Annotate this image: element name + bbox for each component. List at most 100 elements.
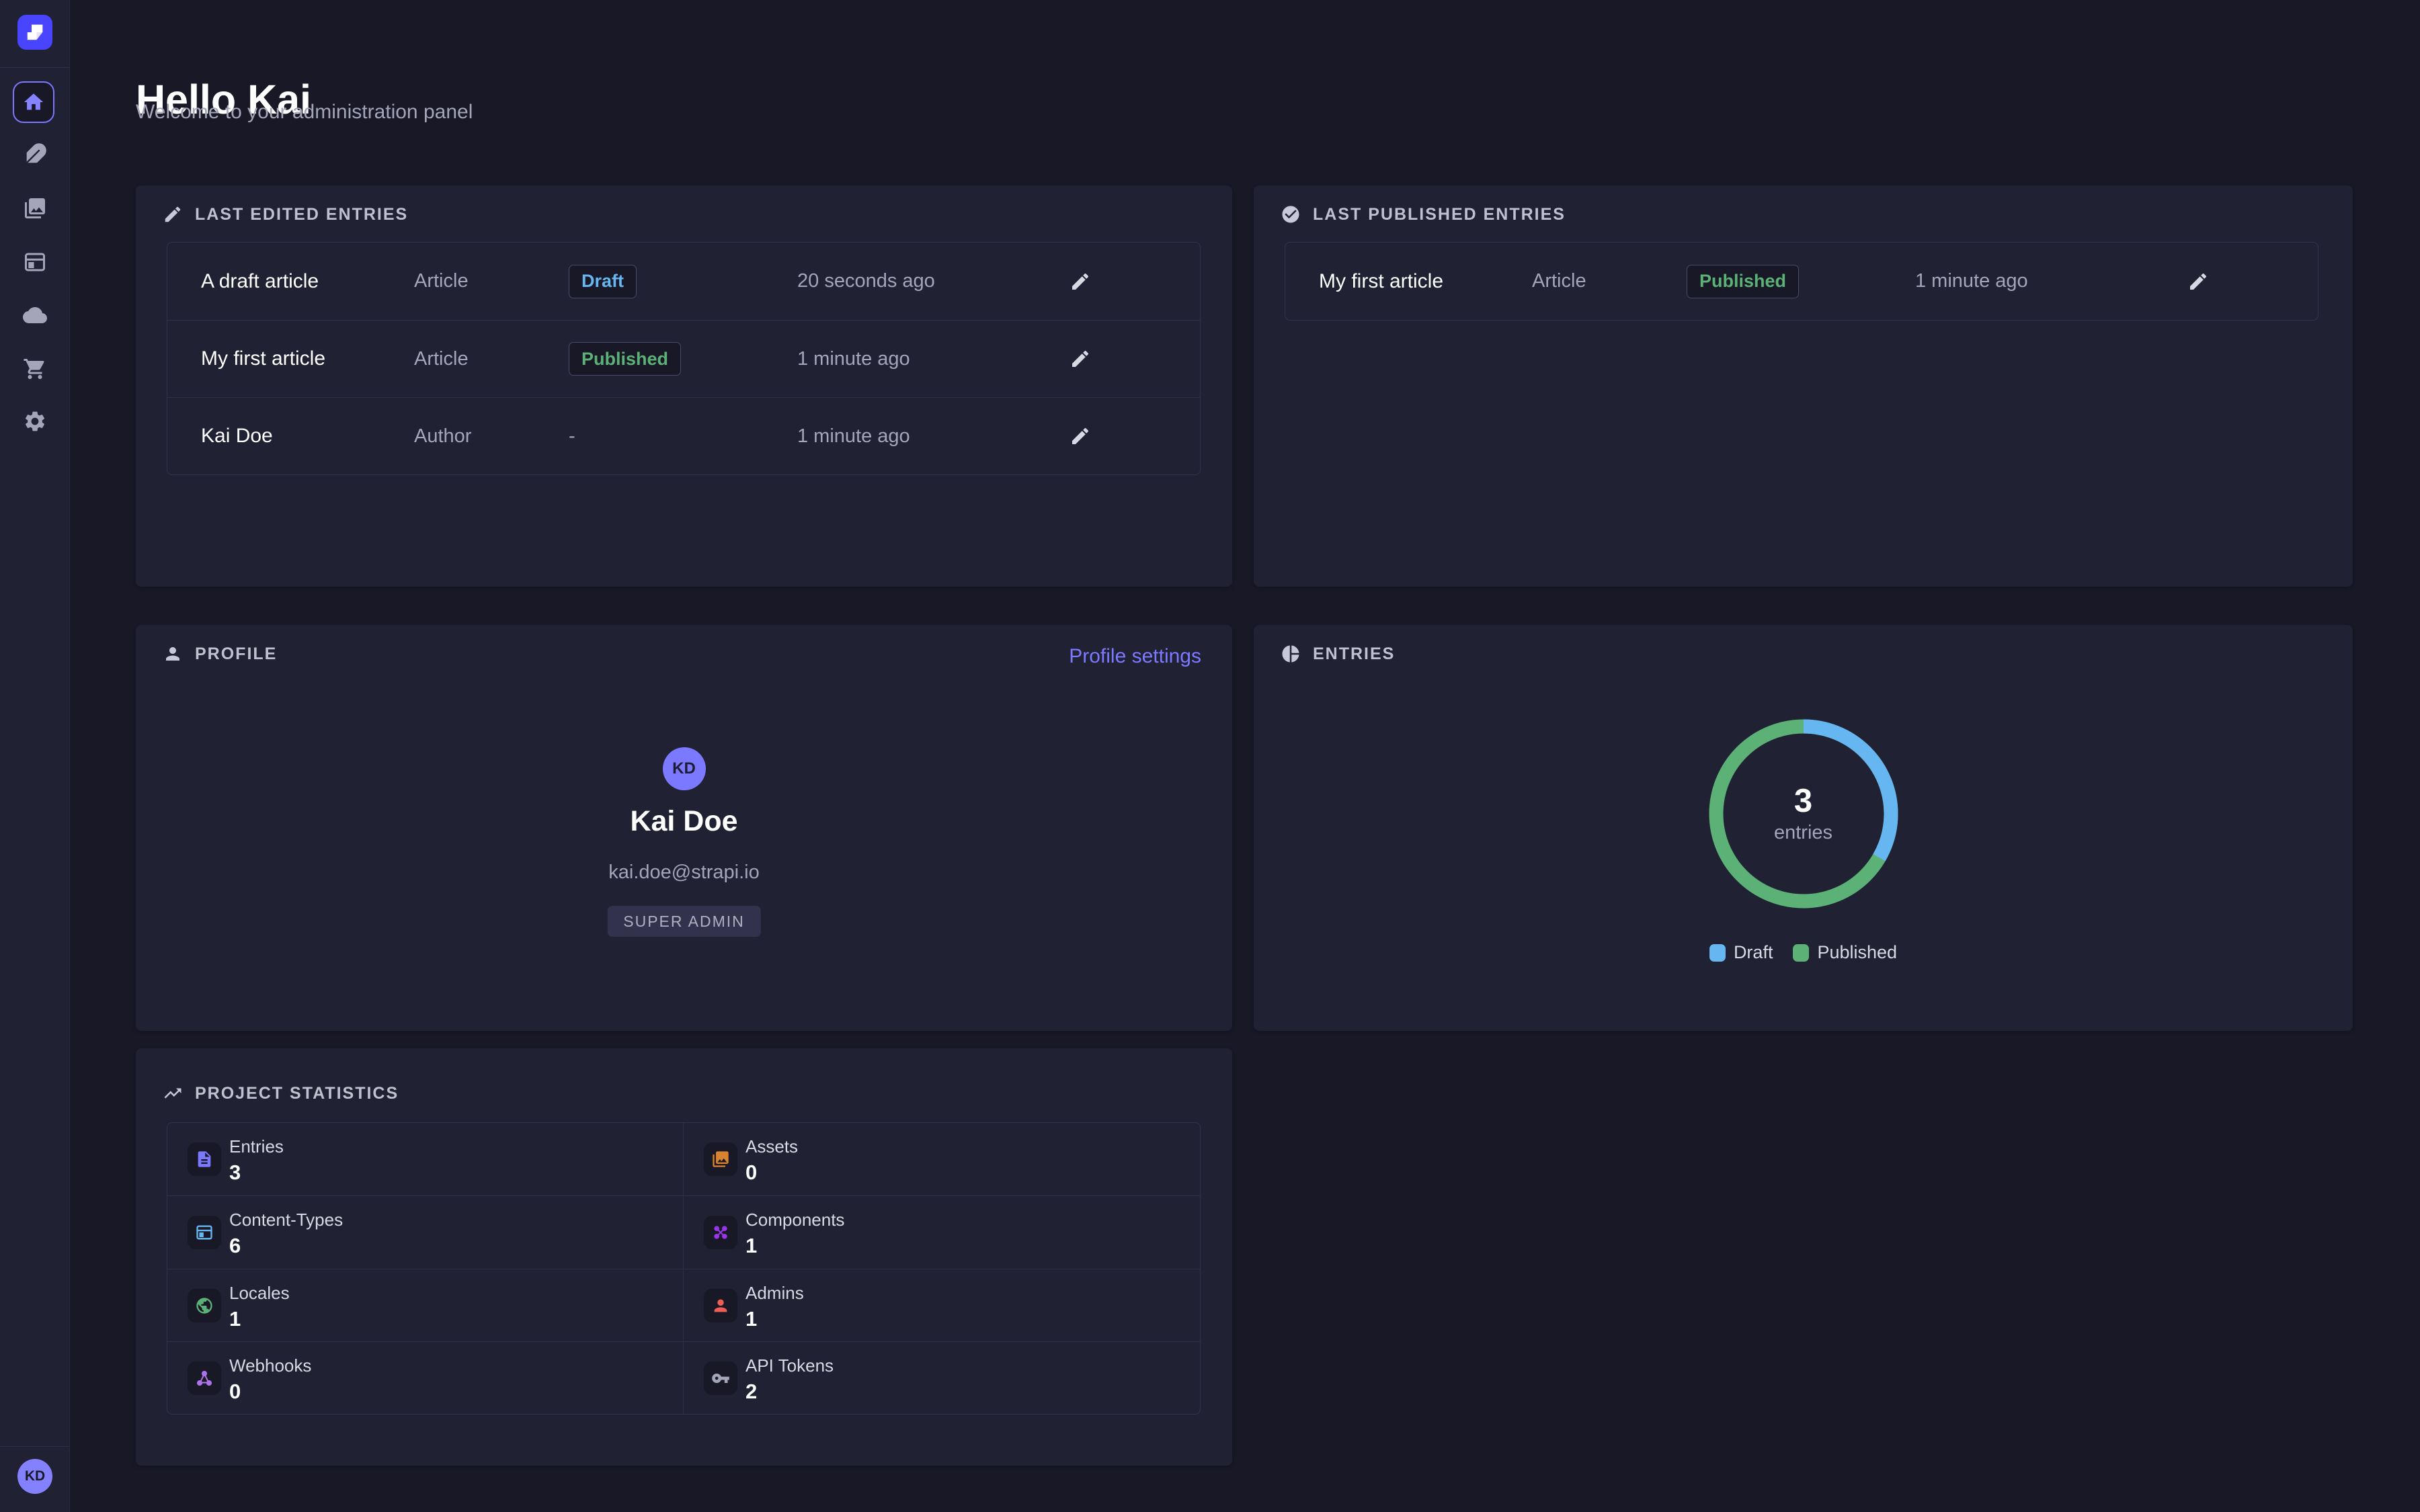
sidebar-user-avatar[interactable]: KD <box>17 1459 52 1494</box>
stat-icon-tile <box>704 1361 737 1395</box>
statistics-grid: Entries 3 Assets 0 <box>167 1122 1201 1415</box>
panel-header: LAST EDITED ENTRIES <box>163 204 408 224</box>
stat-value: 0 <box>229 1380 241 1404</box>
status-badge: Published <box>1687 265 1799 298</box>
panel-title: LAST EDITED ENTRIES <box>195 205 408 224</box>
edit-entry-button[interactable] <box>1067 268 1094 295</box>
stat-api-tokens: API Tokens 2 <box>684 1341 1200 1414</box>
stat-label: Content-Types <box>229 1210 343 1230</box>
assets-icon <box>711 1150 730 1169</box>
webhooks-icon <box>195 1369 214 1388</box>
cloud-icon <box>23 303 47 327</box>
panel-title: PROJECT STATISTICS <box>195 1084 399 1103</box>
panel-header: LAST PUBLISHED ENTRIES <box>1281 204 1566 224</box>
components-icon <box>711 1223 730 1242</box>
entry-type: Author <box>414 425 569 448</box>
pencil-icon <box>163 204 183 224</box>
panel-header: ENTRIES <box>1281 644 1395 664</box>
published-swatch <box>1793 944 1809 962</box>
stat-icon-tile <box>188 1289 221 1322</box>
pencil-icon <box>1070 348 1091 370</box>
last-edited-entries-panel: LAST EDITED ENTRIES A draft article Arti… <box>136 185 1232 587</box>
stat-label: Components <box>745 1210 844 1230</box>
sidebar-item-deploy[interactable] <box>23 303 47 327</box>
edit-entry-button[interactable] <box>1067 423 1094 450</box>
stat-label: Admins <box>745 1283 804 1304</box>
locales-icon <box>195 1296 214 1315</box>
sidebar-item-content-manager[interactable] <box>23 142 47 167</box>
stat-value: 1 <box>229 1307 241 1331</box>
stat-icon-tile <box>704 1142 737 1176</box>
last-published-entries-panel: LAST PUBLISHED ENTRIES My first article … <box>1254 185 2353 587</box>
stat-label: Webhooks <box>229 1355 311 1376</box>
stat-label: Assets <box>745 1136 798 1157</box>
donut-center-label: 3 entries <box>1706 716 1901 911</box>
status-badge: Draft <box>569 265 637 298</box>
entry-time: 20 seconds ago <box>797 270 1067 292</box>
stat-value: 6 <box>229 1234 241 1258</box>
sidebar-item-media-library[interactable] <box>23 196 47 220</box>
entry-type: Article <box>1532 270 1687 292</box>
edit-entry-button[interactable] <box>2185 268 2212 295</box>
legend-item-draft: Draft <box>1709 942 1773 963</box>
shopping-cart-icon <box>23 357 47 381</box>
profile-avatar: KD <box>663 747 706 790</box>
sidebar-divider-bottom <box>0 1446 69 1447</box>
stat-value: 1 <box>745 1234 757 1258</box>
legend-label: Draft <box>1734 942 1773 963</box>
stat-locales: Locales 1 <box>167 1269 684 1341</box>
panel-title: LAST PUBLISHED ENTRIES <box>1313 205 1566 224</box>
entry-name: My first article <box>201 347 414 370</box>
pie-chart-icon <box>1281 644 1301 664</box>
stat-content-types: Content-Types 6 <box>167 1195 684 1268</box>
project-statistics-panel: PROJECT STATISTICS Entries 3 Assets <box>136 1048 1232 1466</box>
feather-pen-icon <box>23 142 47 167</box>
table-row[interactable]: A draft article Article Draft 20 seconds… <box>167 243 1200 320</box>
page-subtitle: Welcome to your administration panel <box>136 101 473 124</box>
draft-swatch <box>1709 944 1726 962</box>
panel-title: PROFILE <box>195 644 277 664</box>
stat-label: API Tokens <box>745 1355 834 1376</box>
entries-donut-chart: 3 entries <box>1706 716 1901 911</box>
stat-label: Locales <box>229 1283 290 1304</box>
profile-settings-link[interactable]: Profile settings <box>1069 645 1201 668</box>
sidebar-item-content-type-builder[interactable] <box>23 250 47 274</box>
stat-value: 0 <box>745 1161 757 1185</box>
panel-title: ENTRIES <box>1313 644 1395 664</box>
entry-name: Kai Doe <box>201 425 414 448</box>
sidebar-item-marketplace[interactable] <box>23 357 47 381</box>
table-row[interactable]: Kai Doe Author - 1 minute ago <box>167 397 1200 474</box>
panel-header: PROJECT STATISTICS <box>163 1083 399 1103</box>
content-types-icon <box>195 1223 214 1242</box>
role-badge: SUPER ADMIN <box>607 906 760 937</box>
stat-icon-tile <box>704 1289 737 1322</box>
entry-name: My first article <box>1319 270 1532 293</box>
sidebar-item-settings[interactable] <box>23 409 47 433</box>
sidebar-divider-top <box>0 67 69 68</box>
stat-icon-tile <box>188 1361 221 1395</box>
legend-item-published: Published <box>1793 942 1897 963</box>
last-published-table: My first article Article Published 1 min… <box>1285 242 2318 321</box>
media-library-icon <box>23 196 47 220</box>
profile-panel: PROFILE Profile settings KD Kai Doe kai.… <box>136 625 1232 1031</box>
stat-entries: Entries 3 <box>167 1123 684 1195</box>
strapi-bolt-icon <box>25 22 45 42</box>
table-row[interactable]: My first article Article Published 1 min… <box>167 320 1200 397</box>
stat-label: Entries <box>229 1136 284 1157</box>
entry-type: Article <box>414 348 569 370</box>
status-empty: - <box>569 425 797 448</box>
sidebar-item-home[interactable] <box>13 81 54 123</box>
entry-time: 1 minute ago <box>797 425 1067 448</box>
stat-value: 3 <box>229 1161 241 1185</box>
profile-name: Kai Doe <box>136 805 1232 838</box>
edit-entry-button[interactable] <box>1067 345 1094 372</box>
gear-icon <box>23 409 47 433</box>
strapi-logo[interactable] <box>17 15 52 50</box>
last-edited-table: A draft article Article Draft 20 seconds… <box>167 242 1201 475</box>
entries-panel: ENTRIES 3 entries Draft Published <box>1254 625 2353 1031</box>
sidebar: KD <box>0 0 70 1512</box>
table-row[interactable]: My first article Article Published 1 min… <box>1285 243 2318 320</box>
stat-icon-tile <box>704 1216 737 1249</box>
stat-assets: Assets 0 <box>684 1123 1200 1195</box>
entry-time: 1 minute ago <box>797 348 1067 370</box>
